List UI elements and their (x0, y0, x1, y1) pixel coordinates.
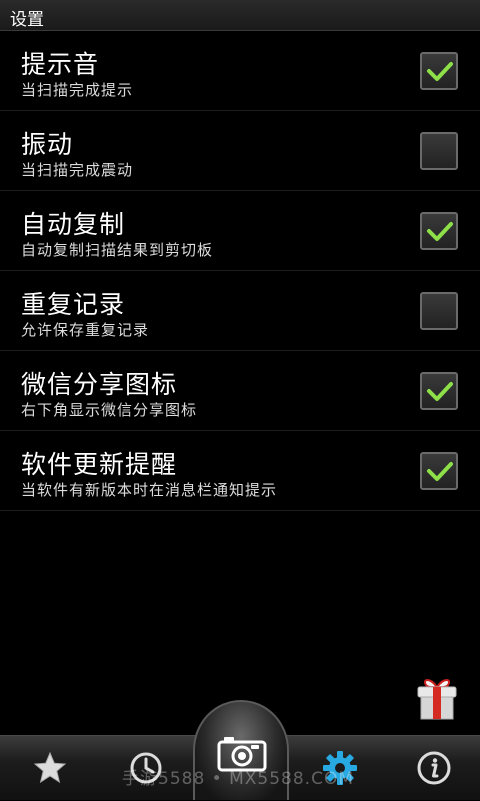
setting-row-autocopy[interactable]: 自动复制 自动复制扫描结果到剪切板 (0, 191, 480, 271)
checkmark-icon (427, 62, 453, 81)
setting-title: 提示音 (21, 50, 100, 79)
setting-title: 振动 (21, 130, 74, 159)
setting-title: 重复记录 (21, 290, 126, 319)
setting-title: 软件更新提醒 (21, 450, 178, 479)
setting-subtitle: 自动复制扫描结果到剪切板 (21, 241, 214, 259)
watermark: 手游5588 • MX5588.COM (122, 769, 354, 789)
duplicate-checkbox[interactable] (420, 292, 458, 330)
title-bar: 设置 (0, 0, 480, 31)
setting-title: 自动复制 (21, 210, 126, 239)
settings-list: 提示音 当扫描完成提示 振动 当扫描完成震动 自动复制 自动复制扫描结果到剪切板… (0, 31, 480, 511)
setting-subtitle: 当扫描完成震动 (21, 161, 134, 179)
about-tab[interactable] (399, 736, 469, 801)
setting-row-sound[interactable]: 提示音 当扫描完成提示 (0, 31, 480, 111)
autocopy-checkbox[interactable] (420, 212, 458, 250)
update-checkbox[interactable] (420, 452, 458, 490)
checkmark-icon (427, 462, 453, 481)
setting-row-duplicate[interactable]: 重复记录 允许保存重复记录 (0, 271, 480, 351)
checkmark-icon (427, 382, 453, 401)
checkmark-icon (427, 222, 453, 241)
sound-checkbox[interactable] (420, 52, 458, 90)
gift-icon[interactable] (416, 675, 458, 721)
info-icon (417, 751, 451, 785)
setting-row-vibrate[interactable]: 振动 当扫描完成震动 (0, 111, 480, 191)
setting-subtitle: 当软件有新版本时在消息栏通知提示 (21, 481, 278, 499)
vibrate-checkbox[interactable] (420, 132, 458, 170)
setting-subtitle: 允许保存重复记录 (21, 321, 150, 339)
favorites-tab[interactable] (15, 736, 85, 801)
setting-subtitle: 右下角显示微信分享图标 (21, 401, 198, 419)
setting-row-update[interactable]: 软件更新提醒 当软件有新版本时在消息栏通知提示 (0, 431, 480, 511)
setting-title: 微信分享图标 (21, 370, 178, 399)
setting-subtitle: 当扫描完成提示 (21, 81, 134, 99)
wechat-checkbox[interactable] (420, 372, 458, 410)
star-icon (33, 751, 67, 784)
setting-row-wechat[interactable]: 微信分享图标 右下角显示微信分享图标 (0, 351, 480, 431)
page-title: 设置 (10, 10, 44, 30)
